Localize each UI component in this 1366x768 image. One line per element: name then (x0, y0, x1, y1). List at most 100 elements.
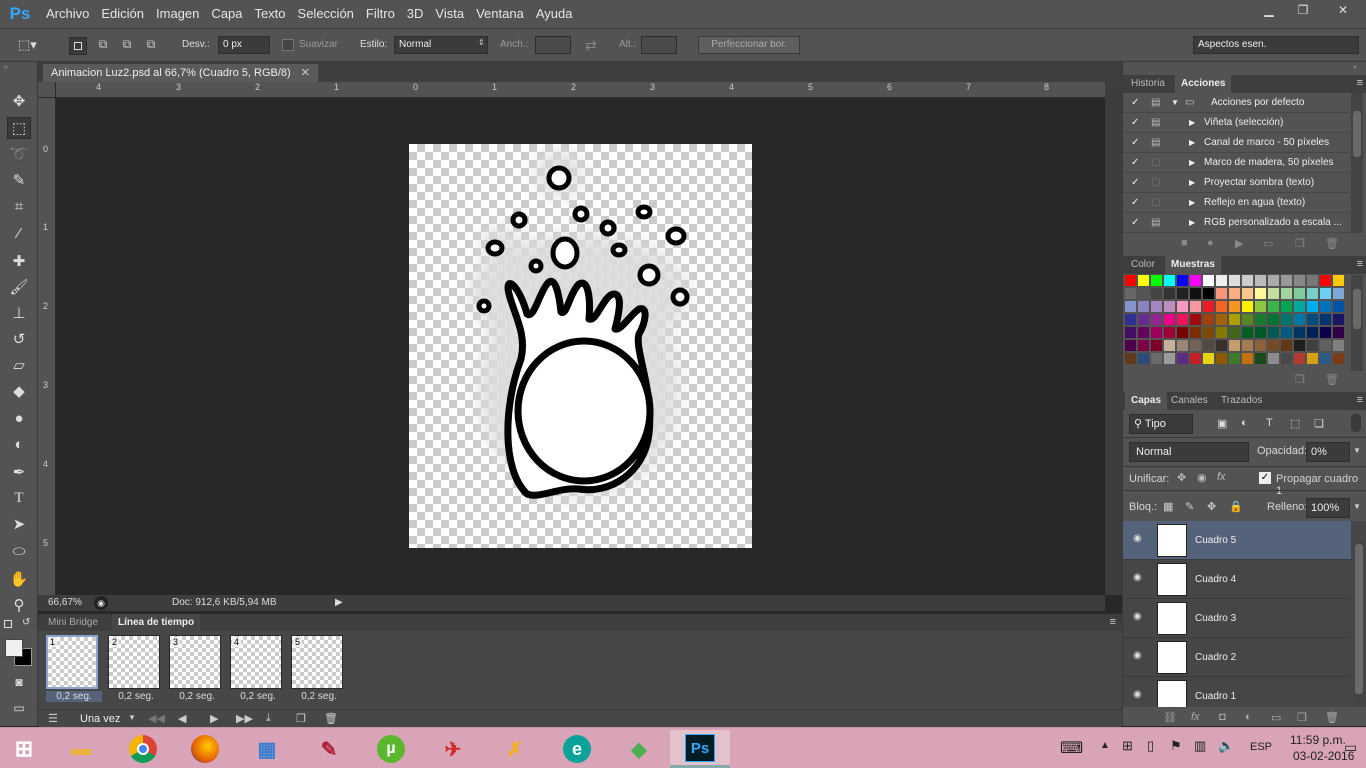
expand-arrow-icon[interactable]: ▼ (1171, 93, 1179, 113)
color-swatch[interactable] (1255, 340, 1266, 351)
panel-menu-icon[interactable]: ≡ (1357, 258, 1363, 270)
timeline-frame[interactable]: 1 0,2 seg. (44, 635, 102, 707)
dialog-toggle-icon[interactable]: ▤ (1151, 133, 1160, 153)
flag-icon[interactable]: ⚑ (1170, 738, 1182, 754)
add-mask-icon[interactable]: ◘ (1219, 711, 1226, 723)
color-swatch[interactable] (1164, 353, 1175, 364)
quick-select-tool-icon[interactable]: ✎ (7, 169, 31, 191)
menu-archivo[interactable]: Archivo (40, 0, 95, 28)
file-explorer-icon[interactable]: ▬ (57, 732, 105, 766)
eyedropper-tool-icon[interactable]: ⁄ (7, 222, 31, 244)
windows-start-icon[interactable]: ⊞ (0, 732, 48, 766)
swatches-scrollbar[interactable] (1351, 275, 1363, 371)
tween-icon[interactable]: ⤓ (266, 712, 271, 725)
color-swatch[interactable] (1333, 340, 1344, 351)
check-icon[interactable]: ✓ (1131, 193, 1139, 213)
color-swatch[interactable] (1164, 288, 1175, 299)
record-icon[interactable]: ● (1207, 237, 1214, 249)
color-swatch[interactable] (1177, 314, 1188, 325)
menu-texto[interactable]: Texto (248, 0, 291, 28)
color-swatch[interactable] (1164, 327, 1175, 338)
action-row[interactable]: ✓ ▢ ▶ Marco de madera, 50 píxeles (1123, 153, 1351, 173)
action-row[interactable]: ✓ ▢ ▶ Reflejo en agua (texto) (1123, 193, 1351, 213)
color-swatch[interactable] (1203, 327, 1214, 338)
color-swatch[interactable] (1320, 340, 1331, 351)
color-swatch[interactable] (1229, 314, 1240, 325)
layer-name[interactable]: Cuadro 2 (1195, 652, 1236, 663)
color-swatch[interactable] (1177, 275, 1188, 286)
photoshop-taskbar-icon[interactable]: Ps (670, 730, 730, 768)
color-swatch[interactable] (1229, 340, 1240, 351)
screen-mode-icon[interactable]: ▭ (7, 697, 31, 719)
color-swatch[interactable] (1268, 340, 1279, 351)
swap-colors-icon[interactable]: ↺ (22, 617, 30, 628)
layer-name[interactable]: Cuadro 4 (1195, 574, 1236, 585)
play-action-icon[interactable]: ▶ (1235, 237, 1243, 250)
color-swatch[interactable] (1294, 314, 1305, 325)
rect-marquee-tool-icon[interactable]: ⬚ (7, 117, 31, 139)
color-swatch[interactable] (1294, 275, 1305, 286)
color-swatch[interactable] (1190, 353, 1201, 364)
layer-name[interactable]: Cuadro 1 (1195, 691, 1236, 702)
check-icon[interactable]: ✓ (1131, 93, 1139, 113)
color-swatch[interactable] (1307, 353, 1318, 364)
new-swatch-icon[interactable]: ❐ (1295, 373, 1305, 386)
healing-brush-tool-icon[interactable]: ✚ (7, 250, 31, 272)
swap-icon[interactable]: ⇄ (585, 37, 597, 54)
color-swatch[interactable] (1242, 301, 1253, 312)
color-swatch[interactable] (1333, 301, 1344, 312)
tab-actions[interactable]: Acciones (1175, 75, 1232, 93)
color-swatch[interactable] (1333, 288, 1344, 299)
color-swatch[interactable] (1229, 327, 1240, 338)
winrar-icon[interactable]: ✎ (305, 732, 353, 766)
color-swatch[interactable] (1138, 301, 1149, 312)
dialog-toggle-icon[interactable]: ▢ (1151, 193, 1160, 213)
filter-smart-object-icon[interactable]: ❏ (1314, 417, 1324, 430)
refine-edge-button[interactable]: Perfeccionar bor. (698, 36, 800, 54)
filter-adjustment-icon[interactable]: ◐ (1241, 417, 1248, 429)
adjustment-layer-icon[interactable]: ◐ (1245, 711, 1252, 723)
filter-pixel-icon[interactable]: ▣ (1217, 417, 1227, 430)
loop-select[interactable]: Una vez (80, 713, 120, 725)
style-select[interactable]: Normal (394, 36, 488, 54)
filter-type-icon[interactable]: T (1266, 417, 1273, 429)
close-document-icon[interactable]: ✕ (301, 64, 310, 82)
panel-menu-icon[interactable]: ≡ (1110, 616, 1116, 628)
color-swatch[interactable] (1320, 301, 1331, 312)
color-swatch[interactable] (1268, 327, 1279, 338)
lock-pixels-icon[interactable]: ✎ (1185, 500, 1194, 513)
menu-imagen[interactable]: Imagen (150, 0, 205, 28)
layer-name[interactable]: Cuadro 3 (1195, 613, 1236, 624)
clone-stamp-tool-icon[interactable]: ⊥ (7, 302, 31, 324)
color-swatch[interactable] (1151, 340, 1162, 351)
layer-row[interactable]: ◉ Cuadro 1 (1123, 677, 1351, 707)
color-swatch[interactable] (1138, 275, 1149, 286)
timeline-frame[interactable]: 3 0,2 seg. (167, 635, 223, 707)
lock-position-icon[interactable]: ✥ (1207, 500, 1216, 513)
color-swatch[interactable] (1281, 314, 1292, 325)
color-swatch[interactable] (1333, 314, 1344, 325)
color-swatch[interactable] (1294, 353, 1305, 364)
document-canvas[interactable] (409, 144, 752, 548)
battery-icon[interactable]: ▯ (1147, 738, 1154, 754)
tab-mini-bridge[interactable]: Mini Bridge (42, 614, 104, 632)
eye-icon[interactable]: ◉ (1133, 572, 1142, 583)
color-swatch[interactable] (1125, 340, 1136, 351)
check-icon[interactable]: ✓ (1131, 133, 1139, 153)
paint-bucket-tool-icon[interactable]: ◆ (7, 380, 31, 402)
color-swatch[interactable] (1268, 288, 1279, 299)
previous-frame-icon[interactable]: ◀ (178, 712, 186, 725)
stop-icon[interactable]: ■ (1181, 237, 1188, 249)
antialias-checkbox[interactable] (282, 39, 294, 51)
eye-icon[interactable]: ◉ (1133, 689, 1142, 700)
chevron-down-icon[interactable]: ▼ (1353, 446, 1361, 455)
check-icon[interactable]: ✓ (1131, 173, 1139, 193)
filter-toggle-icon[interactable] (1351, 414, 1361, 432)
duplicate-frame-icon[interactable]: ❐ (296, 712, 306, 725)
xender-icon[interactable]: ✗ (491, 732, 539, 766)
dialog-toggle-icon[interactable]: ▤ (1151, 113, 1160, 133)
panel-menu-icon[interactable]: ≡ (1357, 394, 1363, 406)
path-select-tool-icon[interactable]: ➤ (7, 513, 31, 535)
color-swatch[interactable] (1294, 301, 1305, 312)
color-swatch[interactable] (1307, 275, 1318, 286)
